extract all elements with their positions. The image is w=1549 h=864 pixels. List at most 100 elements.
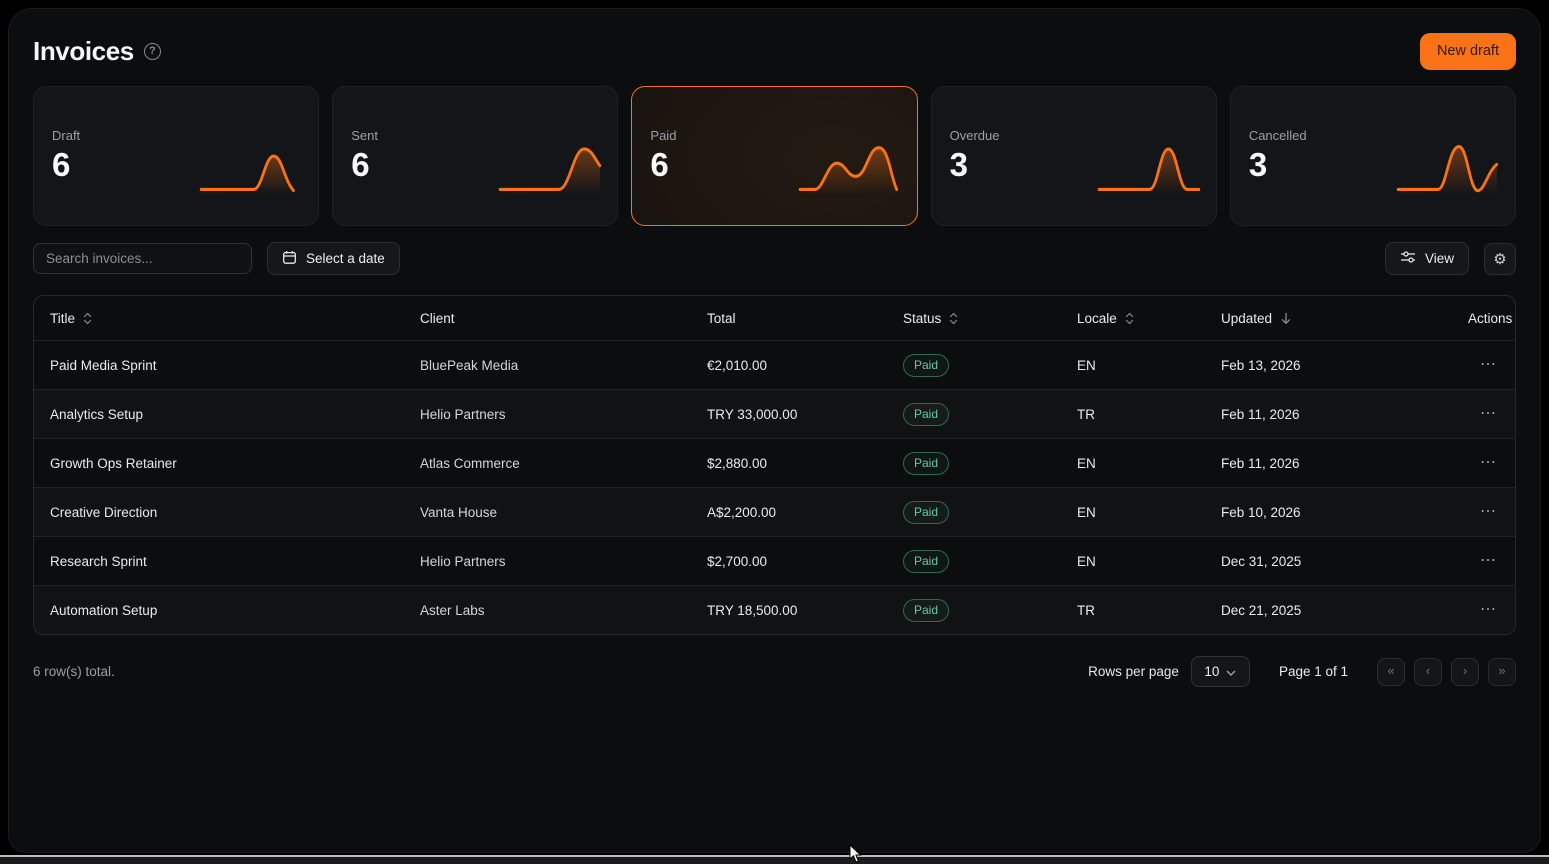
invoices-app-window: Invoices ? New draft Draft 6 Sent 6 Paid… (8, 8, 1541, 853)
cell-status: Paid (887, 452, 1061, 475)
select-date-button[interactable]: Select a date (267, 242, 400, 275)
row-actions-button[interactable]: ⋯ (1480, 504, 1497, 520)
cell-client: BluePeak Media (404, 358, 691, 373)
table-header-row: Title Client TotalStatus Locale Updated Actio… (34, 296, 1515, 340)
help-icon[interactable]: ? (144, 43, 161, 60)
cell-total: TRY 33,000.00 (691, 407, 887, 422)
status-badge: Paid (903, 354, 949, 377)
table-row[interactable]: Paid Media Sprint BluePeak Media €2,010.… (34, 340, 1515, 389)
view-button-label: View (1425, 251, 1454, 266)
double-chevron-right-icon: » (1498, 663, 1505, 678)
cell-updated: Feb 11, 2026 (1205, 407, 1452, 422)
cell-updated: Feb 10, 2026 (1205, 505, 1452, 520)
column-header-status[interactable]: Status (887, 311, 1061, 326)
next-page-button[interactable]: › (1451, 658, 1479, 686)
cell-total: TRY 18,500.00 (691, 603, 887, 618)
ellipsis-icon: ⋯ (1480, 357, 1497, 373)
row-actions-button[interactable]: ⋯ (1480, 455, 1497, 471)
previous-page-button[interactable]: ‹ (1414, 658, 1442, 686)
row-actions-button[interactable]: ⋯ (1480, 553, 1497, 569)
stat-card-overdue[interactable]: Overdue 3 (931, 86, 1217, 226)
cell-updated: Dec 21, 2025 (1205, 603, 1452, 618)
stat-card-sent[interactable]: Sent 6 (332, 86, 618, 226)
mouse-cursor (849, 844, 865, 864)
new-draft-button[interactable]: New draft (1420, 33, 1516, 70)
sort-chevrons-icon (1125, 312, 1134, 325)
rows-total-text: 6 row(s) total. (33, 664, 115, 679)
cell-locale: TR (1061, 603, 1205, 618)
status-badge: Paid (903, 452, 949, 475)
table-row[interactable]: Growth Ops Retainer Atlas Commerce $2,88… (34, 438, 1515, 487)
cell-actions: ⋯ (1452, 455, 1515, 471)
sort-chevrons-icon (949, 312, 958, 325)
toolbar: Select a date View ⚙ (33, 242, 1516, 275)
column-header-label: Locale (1077, 311, 1117, 326)
cell-status: Paid (887, 354, 1061, 377)
table-row[interactable]: Automation Setup Aster Labs TRY 18,500.0… (34, 585, 1515, 634)
cell-updated: Feb 11, 2026 (1205, 456, 1452, 471)
double-chevron-left-icon: « (1387, 663, 1394, 678)
sparkline-chart (498, 137, 603, 199)
cell-updated: Dec 31, 2025 (1205, 554, 1452, 569)
column-header-label: Client (420, 311, 455, 326)
row-actions-button[interactable]: ⋯ (1480, 406, 1497, 422)
rows-per-page-select[interactable]: 10 (1191, 656, 1250, 687)
cell-actions: ⋯ (1452, 602, 1515, 618)
column-header-title[interactable]: Title (34, 311, 404, 326)
cell-title: Creative Direction (34, 505, 404, 520)
cell-status: Paid (887, 599, 1061, 622)
table-footer: 6 row(s) total. Rows per page 10 Page 1 … (33, 656, 1516, 687)
cell-total: $2,700.00 (691, 554, 887, 569)
column-header-label: Title (50, 311, 75, 326)
cell-locale: EN (1061, 505, 1205, 520)
table-body: Paid Media Sprint BluePeak Media €2,010.… (34, 340, 1515, 634)
column-header-label: Updated (1221, 311, 1272, 326)
cell-locale: EN (1061, 456, 1205, 471)
sparkline-chart (199, 137, 304, 199)
page-header: Invoices ? New draft (33, 31, 1516, 71)
invoices-table: Title Client TotalStatus Locale Updated Actio… (33, 295, 1516, 635)
cell-locale: EN (1061, 554, 1205, 569)
cell-locale: EN (1061, 358, 1205, 373)
column-header-updated[interactable]: Updated (1205, 311, 1452, 326)
cell-title: Analytics Setup (34, 407, 404, 422)
sliders-icon (1400, 250, 1416, 267)
row-actions-button[interactable]: ⋯ (1480, 602, 1497, 618)
cell-total: A$2,200.00 (691, 505, 887, 520)
cell-client: Atlas Commerce (404, 456, 691, 471)
settings-gear-button[interactable]: ⚙ (1484, 243, 1516, 275)
taskbar-strip (0, 857, 1549, 864)
cell-actions: ⋯ (1452, 406, 1515, 422)
stat-card-paid[interactable]: Paid 6 (631, 86, 917, 226)
stat-cards-row: Draft 6 Sent 6 Paid 6 Overdue (33, 86, 1516, 226)
cell-status: Paid (887, 550, 1061, 573)
cell-title: Automation Setup (34, 603, 404, 618)
cell-title: Growth Ops Retainer (34, 456, 404, 471)
chevron-down-icon (1226, 664, 1236, 679)
ellipsis-icon: ⋯ (1480, 602, 1497, 618)
table-row[interactable]: Analytics Setup Helio Partners TRY 33,00… (34, 389, 1515, 438)
status-badge: Paid (903, 550, 949, 573)
table-row[interactable]: Research Sprint Helio Partners $2,700.00… (34, 536, 1515, 585)
rows-per-page-label: Rows per page (1088, 664, 1179, 679)
table-row[interactable]: Creative Direction Vanta House A$2,200.0… (34, 487, 1515, 536)
stat-card-draft[interactable]: Draft 6 (33, 86, 319, 226)
sparkline-chart (798, 137, 903, 199)
status-badge: Paid (903, 403, 949, 426)
row-actions-button[interactable]: ⋯ (1480, 357, 1497, 373)
stat-card-cancelled[interactable]: Cancelled 3 (1230, 86, 1516, 226)
view-button[interactable]: View (1385, 242, 1469, 275)
cell-locale: TR (1061, 407, 1205, 422)
cell-total: $2,880.00 (691, 456, 887, 471)
search-input[interactable] (33, 243, 252, 274)
ellipsis-icon: ⋯ (1480, 553, 1497, 569)
last-page-button[interactable]: » (1488, 658, 1516, 686)
gear-icon: ⚙ (1493, 250, 1506, 268)
column-header-label: Actions (1468, 311, 1512, 326)
sparkline-chart (1097, 137, 1202, 199)
column-header-locale[interactable]: Locale (1061, 311, 1205, 326)
column-header-total: Total (691, 311, 887, 326)
first-page-button[interactable]: « (1377, 658, 1405, 686)
cell-client: Helio Partners (404, 554, 691, 569)
ellipsis-icon: ⋯ (1480, 504, 1497, 520)
